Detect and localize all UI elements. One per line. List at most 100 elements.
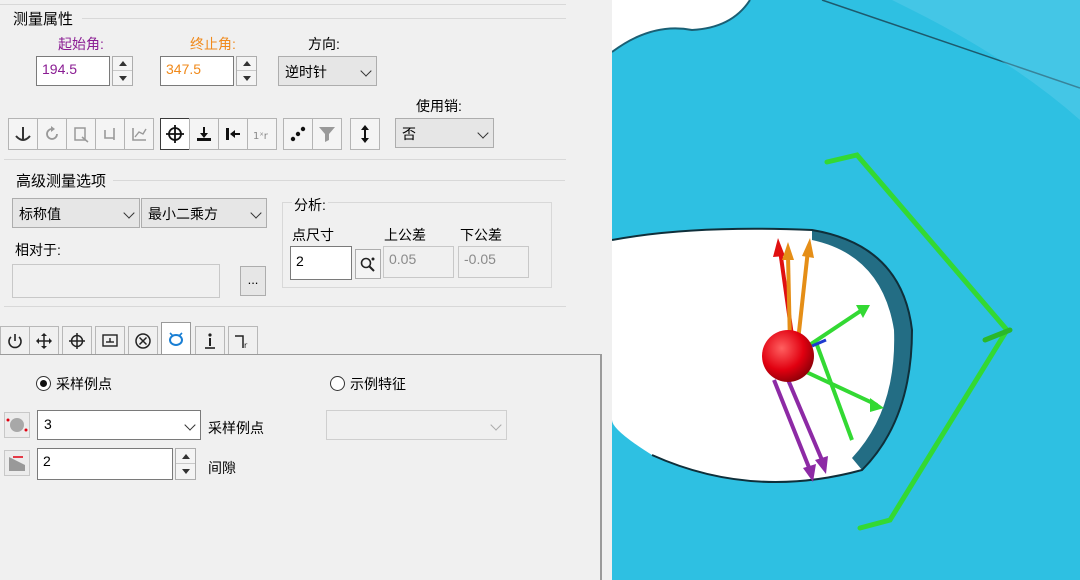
spin-up-icon[interactable] xyxy=(113,57,132,71)
sample-feature-select[interactable] xyxy=(326,410,507,440)
info-icon xyxy=(205,332,215,349)
gap-label: 间隙 xyxy=(208,460,236,476)
relative-to-label: 相对于: xyxy=(15,242,61,258)
fit-plane-icon xyxy=(74,127,89,143)
tolerance-icon: r xyxy=(235,334,248,350)
tab-image[interactable] xyxy=(95,326,125,354)
project-down-button[interactable] xyxy=(189,118,219,150)
start-angle-label: 起始角: xyxy=(58,36,104,52)
upper-tol-input[interactable]: 0.05 xyxy=(383,246,454,278)
nominal-select[interactable]: 标称值 xyxy=(12,198,140,228)
fit-method-select[interactable]: 最小二乘方 xyxy=(141,198,267,228)
project-down-icon xyxy=(197,127,211,141)
tab-move[interactable] xyxy=(29,326,59,354)
vertical-measure-button[interactable] xyxy=(350,118,380,150)
filter-button[interactable] xyxy=(312,118,342,150)
gap-spinner[interactable] xyxy=(175,448,196,480)
magnify-icon xyxy=(360,257,375,272)
spin-up-icon[interactable] xyxy=(237,57,256,71)
svg-text:1ˣr: 1ˣr xyxy=(253,131,269,142)
radio-sample-points-label: 采样例点 xyxy=(56,376,112,392)
chevron-down-icon xyxy=(477,127,489,139)
anchor-button[interactable] xyxy=(8,118,38,150)
start-angle-input[interactable]: 194.5 xyxy=(36,56,110,86)
chevron-down-icon xyxy=(490,419,502,431)
scale-button[interactable]: 1ˣr xyxy=(247,118,277,150)
sample-point-icon xyxy=(6,418,28,432)
lower-tol-input[interactable]: -0.05 xyxy=(458,246,529,278)
radio-sample-feature-label: 示例特征 xyxy=(350,376,406,392)
fit-plane-button[interactable] xyxy=(66,118,96,150)
zoom-point-button[interactable] xyxy=(355,249,381,279)
3d-viewport[interactable] xyxy=(612,0,1080,580)
plot-button[interactable] xyxy=(124,118,154,150)
svg-text:r: r xyxy=(244,341,248,350)
sample-points-icon-box xyxy=(4,412,30,438)
nominal-value: 标称值 xyxy=(19,206,61,222)
direction-value: 逆时针 xyxy=(285,64,327,80)
use-pin-value: 否 xyxy=(402,126,416,142)
tab-info[interactable] xyxy=(195,326,225,354)
rotate-button[interactable] xyxy=(37,118,67,150)
return-button[interactable] xyxy=(95,118,125,150)
crosshair-button[interactable] xyxy=(160,118,190,150)
rotate-icon xyxy=(46,126,58,140)
point-size-input[interactable]: 2 xyxy=(290,246,352,280)
sample-points-label: 采样例点 xyxy=(208,420,264,436)
tab-tolerance[interactable]: r xyxy=(228,326,258,354)
tab-close-circle[interactable] xyxy=(128,326,158,354)
sample-points-select[interactable]: 3 xyxy=(37,410,201,440)
fit-method-value: 最小二乘方 xyxy=(148,206,218,222)
move-left-icon xyxy=(226,128,240,140)
spin-up-icon[interactable] xyxy=(176,449,195,464)
browse-button[interactable]: ... xyxy=(240,266,266,296)
probe-ball[interactable] xyxy=(762,330,814,382)
end-angle-input[interactable]: 347.5 xyxy=(160,56,234,86)
section-divider xyxy=(4,159,566,160)
image-icon xyxy=(102,333,118,347)
spin-down-icon[interactable] xyxy=(176,464,195,479)
highlight xyxy=(892,0,1080,120)
ring-icon xyxy=(169,332,183,346)
3d-scene[interactable] xyxy=(612,0,1080,580)
tab-target[interactable] xyxy=(62,326,92,354)
radio-sample-points[interactable] xyxy=(36,376,51,391)
return-icon xyxy=(104,128,115,140)
measure-props-title: 测量属性 xyxy=(13,11,74,28)
plot-icon xyxy=(132,128,147,141)
end-angle-label: 终止角: xyxy=(190,36,236,52)
target-icon xyxy=(69,332,85,349)
use-pin-select[interactable]: 否 xyxy=(395,118,494,148)
direction-select[interactable]: 逆时针 xyxy=(278,56,377,86)
scatter-icon xyxy=(290,126,306,142)
scale-icon: 1ˣr xyxy=(253,131,269,142)
move-left-button[interactable] xyxy=(218,118,248,150)
direction-label: 方向: xyxy=(308,36,340,52)
anchor-icon xyxy=(15,127,31,141)
section-divider xyxy=(4,306,566,307)
upper-tol-label: 上公差 xyxy=(384,227,426,243)
tab-ring[interactable] xyxy=(161,322,191,355)
spin-down-icon[interactable] xyxy=(113,71,132,85)
lower-tol-label: 下公差 xyxy=(460,227,502,243)
sample-points-value: 3 xyxy=(44,416,52,432)
scatter-button[interactable] xyxy=(283,118,313,150)
spin-down-icon[interactable] xyxy=(237,71,256,85)
properties-panel: 测量属性 起始角: 194.5 终止角: 347.5 方向: 逆时针 1ˣr 使… xyxy=(0,0,612,580)
radio-sample-feature[interactable] xyxy=(330,376,345,391)
tab-power[interactable] xyxy=(0,326,30,354)
filter-icon xyxy=(319,127,335,142)
measure-props-divider xyxy=(82,18,566,19)
crosshair-icon xyxy=(166,125,184,143)
gap-input[interactable]: 2 xyxy=(37,448,173,480)
end-angle-spinner[interactable] xyxy=(236,56,257,86)
close-circle-icon xyxy=(135,332,151,349)
top-divider xyxy=(0,4,566,5)
move-icon xyxy=(36,332,52,349)
use-pin-label: 使用销: xyxy=(416,98,462,114)
start-angle-spinner[interactable] xyxy=(112,56,133,86)
advanced-title: 高级测量选项 xyxy=(16,173,107,190)
relative-to-input[interactable] xyxy=(12,264,220,298)
top-cutout xyxy=(612,0,750,52)
vertical-measure-icon xyxy=(361,125,369,143)
